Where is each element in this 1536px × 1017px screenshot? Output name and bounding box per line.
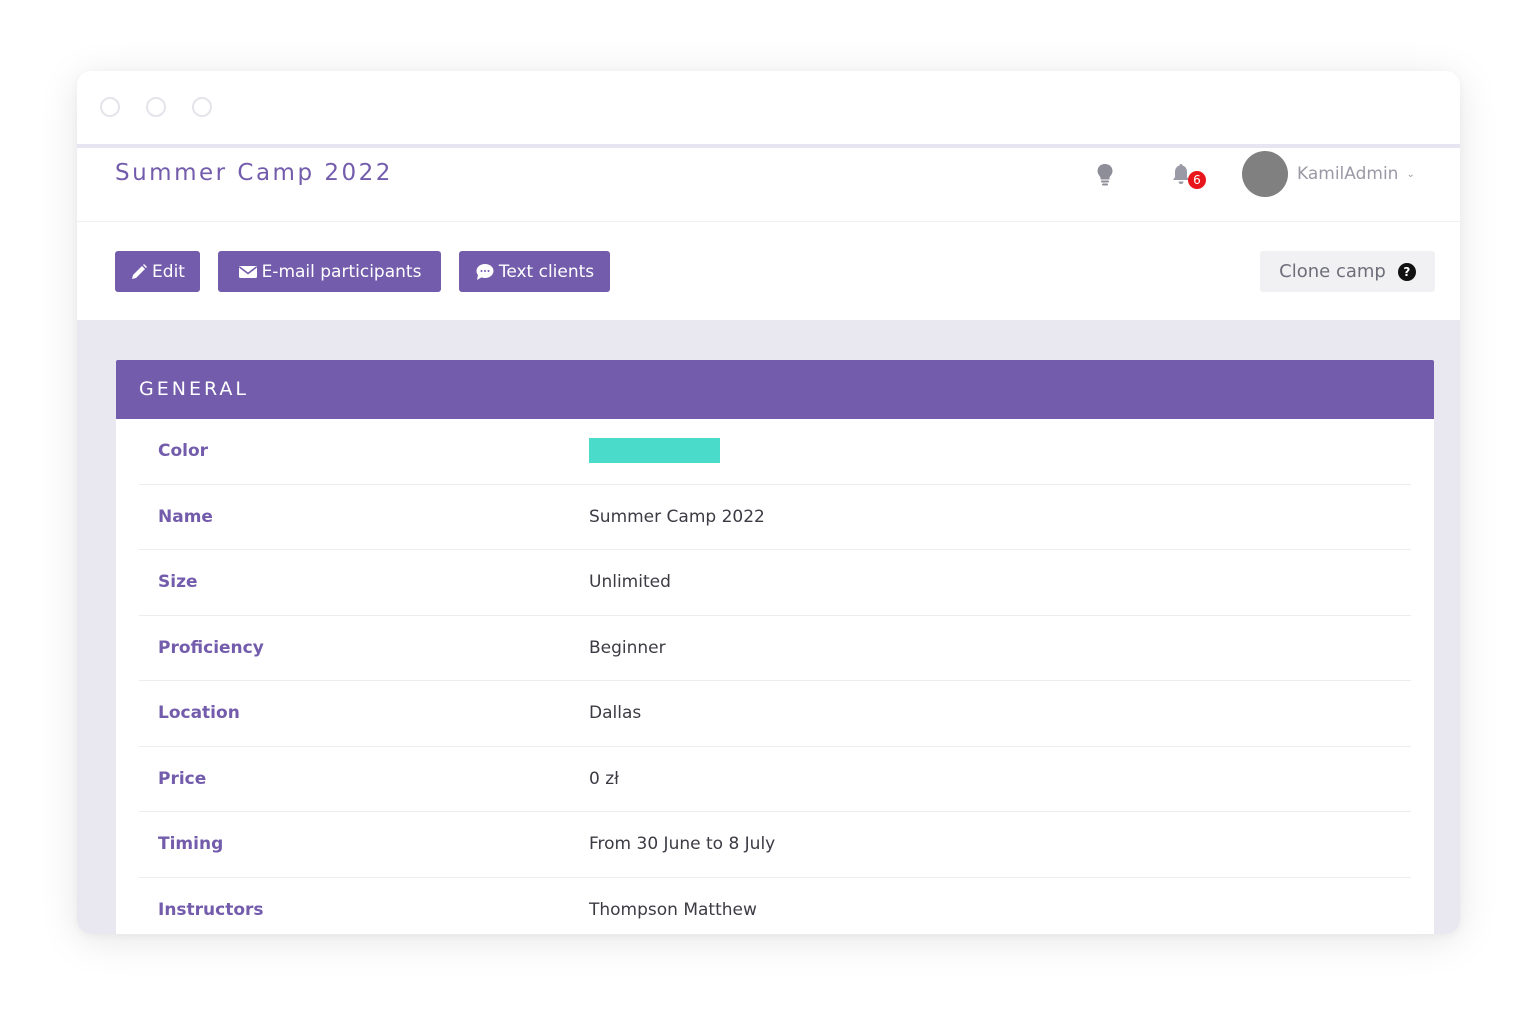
detail-label: Instructors (158, 899, 264, 920)
detail-label: Location (158, 703, 240, 724)
window-titlebar (77, 71, 1460, 144)
action-toolbar: Edit E-mail participants Text clients Cl… (77, 222, 1460, 320)
edit-button-label: Edit (152, 261, 185, 282)
notification-count-badge: 6 (1188, 171, 1206, 189)
detail-row-name: Name Summer Camp 2022 (139, 485, 1411, 550)
window-maximize-button[interactable] (192, 97, 212, 117)
detail-row-instructors: Instructors Thompson Matthew (139, 878, 1411, 935)
detail-value: Unlimited (589, 572, 671, 593)
detail-label: Price (158, 768, 207, 789)
general-card: GENERAL Color Name Summer Camp 2022 Size… (116, 360, 1434, 934)
edit-button[interactable]: Edit (115, 251, 200, 292)
color-swatch (589, 438, 720, 463)
text-clients-button-label: Text clients (498, 261, 595, 282)
chat-bubble-icon (475, 263, 495, 281)
question-icon[interactable]: ? (1397, 262, 1416, 281)
detail-value: Summer Camp 2022 (589, 506, 765, 527)
clone-camp-label: Clone camp (1279, 261, 1386, 282)
avatar[interactable] (1242, 151, 1288, 197)
general-card-heading: GENERAL (116, 360, 1434, 419)
email-button-label: E-mail participants (261, 261, 422, 282)
general-details-list: Color Name Summer Camp 2022 Size Unlimit… (139, 419, 1411, 934)
pencil-icon (130, 263, 148, 281)
user-menu[interactable]: KamilAdmin ⌄ (1297, 164, 1415, 184)
page-title: Summer Camp 2022 (115, 160, 393, 186)
clone-camp-button[interactable]: Clone camp ? (1260, 251, 1435, 292)
detail-row-price: Price 0 zł (139, 747, 1411, 812)
window-minimize-button[interactable] (146, 97, 166, 117)
lightbulb-icon[interactable] (1090, 160, 1120, 190)
detail-label: Timing (158, 834, 224, 855)
chevron-down-icon: ⌄ (1406, 168, 1415, 180)
main-content: GENERAL Color Name Summer Camp 2022 Size… (77, 320, 1460, 934)
detail-value: Beginner (589, 637, 666, 658)
detail-value: Thompson Matthew (589, 899, 757, 920)
text-clients-button[interactable]: Text clients (459, 251, 610, 292)
user-name: KamilAdmin (1297, 164, 1399, 184)
detail-row-size: Size Unlimited (139, 550, 1411, 616)
detail-row-timing: Timing From 30 June to 8 July (139, 812, 1411, 878)
window-close-button[interactable] (100, 97, 120, 117)
detail-label: Color (158, 441, 209, 462)
detail-label: Size (158, 572, 198, 593)
detail-row-proficiency: Proficiency Beginner (139, 616, 1411, 681)
envelope-icon (238, 264, 258, 280)
detail-row-location: Location Dallas (139, 681, 1411, 747)
detail-label: Proficiency (158, 637, 264, 658)
app-window: Summer Camp 2022 6 KamilAdmin ⌄ Edit E-m… (77, 71, 1460, 934)
detail-row-color: Color (139, 419, 1411, 485)
detail-value: From 30 June to 8 July (589, 834, 776, 855)
email-participants-button[interactable]: E-mail participants (218, 251, 441, 292)
detail-value: Dallas (589, 703, 642, 724)
detail-value: 0 zł (589, 768, 619, 789)
detail-label: Name (158, 506, 213, 527)
